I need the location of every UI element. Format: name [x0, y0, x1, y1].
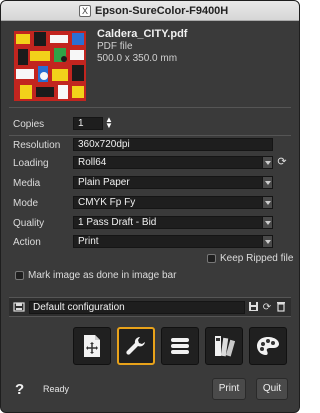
- quality-value: 1 Pass Draft - Bid: [78, 217, 157, 228]
- delete-icon[interactable]: [275, 301, 287, 314]
- media-select[interactable]: Plain Paper: [73, 176, 273, 189]
- copies-input[interactable]: 1: [73, 117, 103, 130]
- media-label: Media: [13, 178, 41, 189]
- media-value: Plain Paper: [78, 177, 130, 188]
- document-move-button[interactable]: [73, 327, 111, 365]
- color-swatches-button[interactable]: [205, 327, 243, 365]
- chevron-down-icon[interactable]: [262, 217, 272, 228]
- file-dimensions: 500.0 x 350.0 mm: [97, 53, 178, 64]
- copies-label: Copies: [13, 119, 45, 130]
- wrench-icon: [126, 336, 145, 355]
- action-label: Action: [13, 237, 41, 248]
- mode-select[interactable]: CMYK Fp Fy: [73, 196, 273, 209]
- quit-button[interactable]: Quit: [256, 378, 288, 400]
- copies-stepper[interactable]: ▲ ▼: [105, 116, 113, 131]
- stepper-down-icon[interactable]: ▼: [105, 122, 113, 130]
- loading-value: Roll64: [78, 157, 107, 168]
- help-icon[interactable]: ?: [15, 381, 24, 398]
- print-dialog-window: X Epson-SureColor-F9400H Caldera_CITY.pd…: [0, 0, 300, 413]
- chevron-down-icon[interactable]: [262, 197, 272, 208]
- layout-list-button[interactable]: [161, 327, 199, 365]
- settings-wrench-button[interactable]: [117, 327, 155, 365]
- chevron-down-icon[interactable]: [262, 157, 272, 168]
- action-value: Print: [78, 236, 99, 247]
- function-toolbar: [73, 327, 289, 367]
- keep-ripped-label: Keep Ripped file: [220, 253, 294, 264]
- save-icon[interactable]: [247, 301, 259, 314]
- divider: [9, 135, 291, 136]
- file-name: Caldera_CITY.pdf: [97, 28, 188, 40]
- palette-icon: [257, 337, 279, 355]
- print-button[interactable]: Print: [212, 378, 246, 400]
- quality-label: Quality: [13, 218, 45, 229]
- configuration-value: Default configuration: [33, 302, 125, 313]
- mark-image-label: Mark image as done in image bar: [28, 270, 177, 281]
- close-icon[interactable]: X: [79, 5, 91, 17]
- loading-select[interactable]: Roll64: [73, 156, 273, 169]
- file-type: PDF file: [97, 41, 133, 52]
- refresh-icon[interactable]: ⟳: [276, 156, 288, 168]
- window-title: Epson-SureColor-F9400H: [95, 5, 229, 17]
- mode-label: Mode: [13, 198, 39, 209]
- mark-image-checkbox[interactable]: [15, 271, 24, 280]
- divider: [9, 107, 291, 108]
- configuration-select[interactable]: Default configuration: [29, 301, 245, 314]
- list-icon: [171, 338, 189, 354]
- action-select[interactable]: Print: [73, 235, 273, 248]
- quality-select[interactable]: 1 Pass Draft - Bid: [73, 216, 273, 229]
- status-text: Ready: [43, 384, 70, 394]
- file-info-panel: Caldera_CITY.pdf PDF file 500.0 x 350.0 …: [7, 21, 293, 106]
- title-bar: X Epson-SureColor-F9400H: [1, 1, 299, 21]
- resolution-select[interactable]: 360x720dpi: [73, 138, 273, 151]
- printer-config-icon: [13, 301, 25, 314]
- resolution-value: 360x720dpi: [78, 139, 130, 150]
- file-thumbnail: [14, 31, 86, 101]
- document-move-icon: [84, 335, 100, 357]
- palette-button[interactable]: [249, 327, 287, 365]
- resolution-label: Resolution: [13, 140, 61, 151]
- chevron-down-icon[interactable]: [262, 236, 272, 247]
- mode-value: CMYK Fp Fy: [78, 197, 136, 208]
- refresh-icon[interactable]: ⟳: [261, 301, 273, 314]
- loading-label: Loading: [13, 158, 49, 169]
- configuration-bar: Default configuration ⟳: [9, 297, 291, 317]
- color-swatches-icon: [215, 336, 235, 357]
- keep-ripped-checkbox[interactable]: [207, 254, 216, 263]
- chevron-down-icon[interactable]: [262, 177, 272, 188]
